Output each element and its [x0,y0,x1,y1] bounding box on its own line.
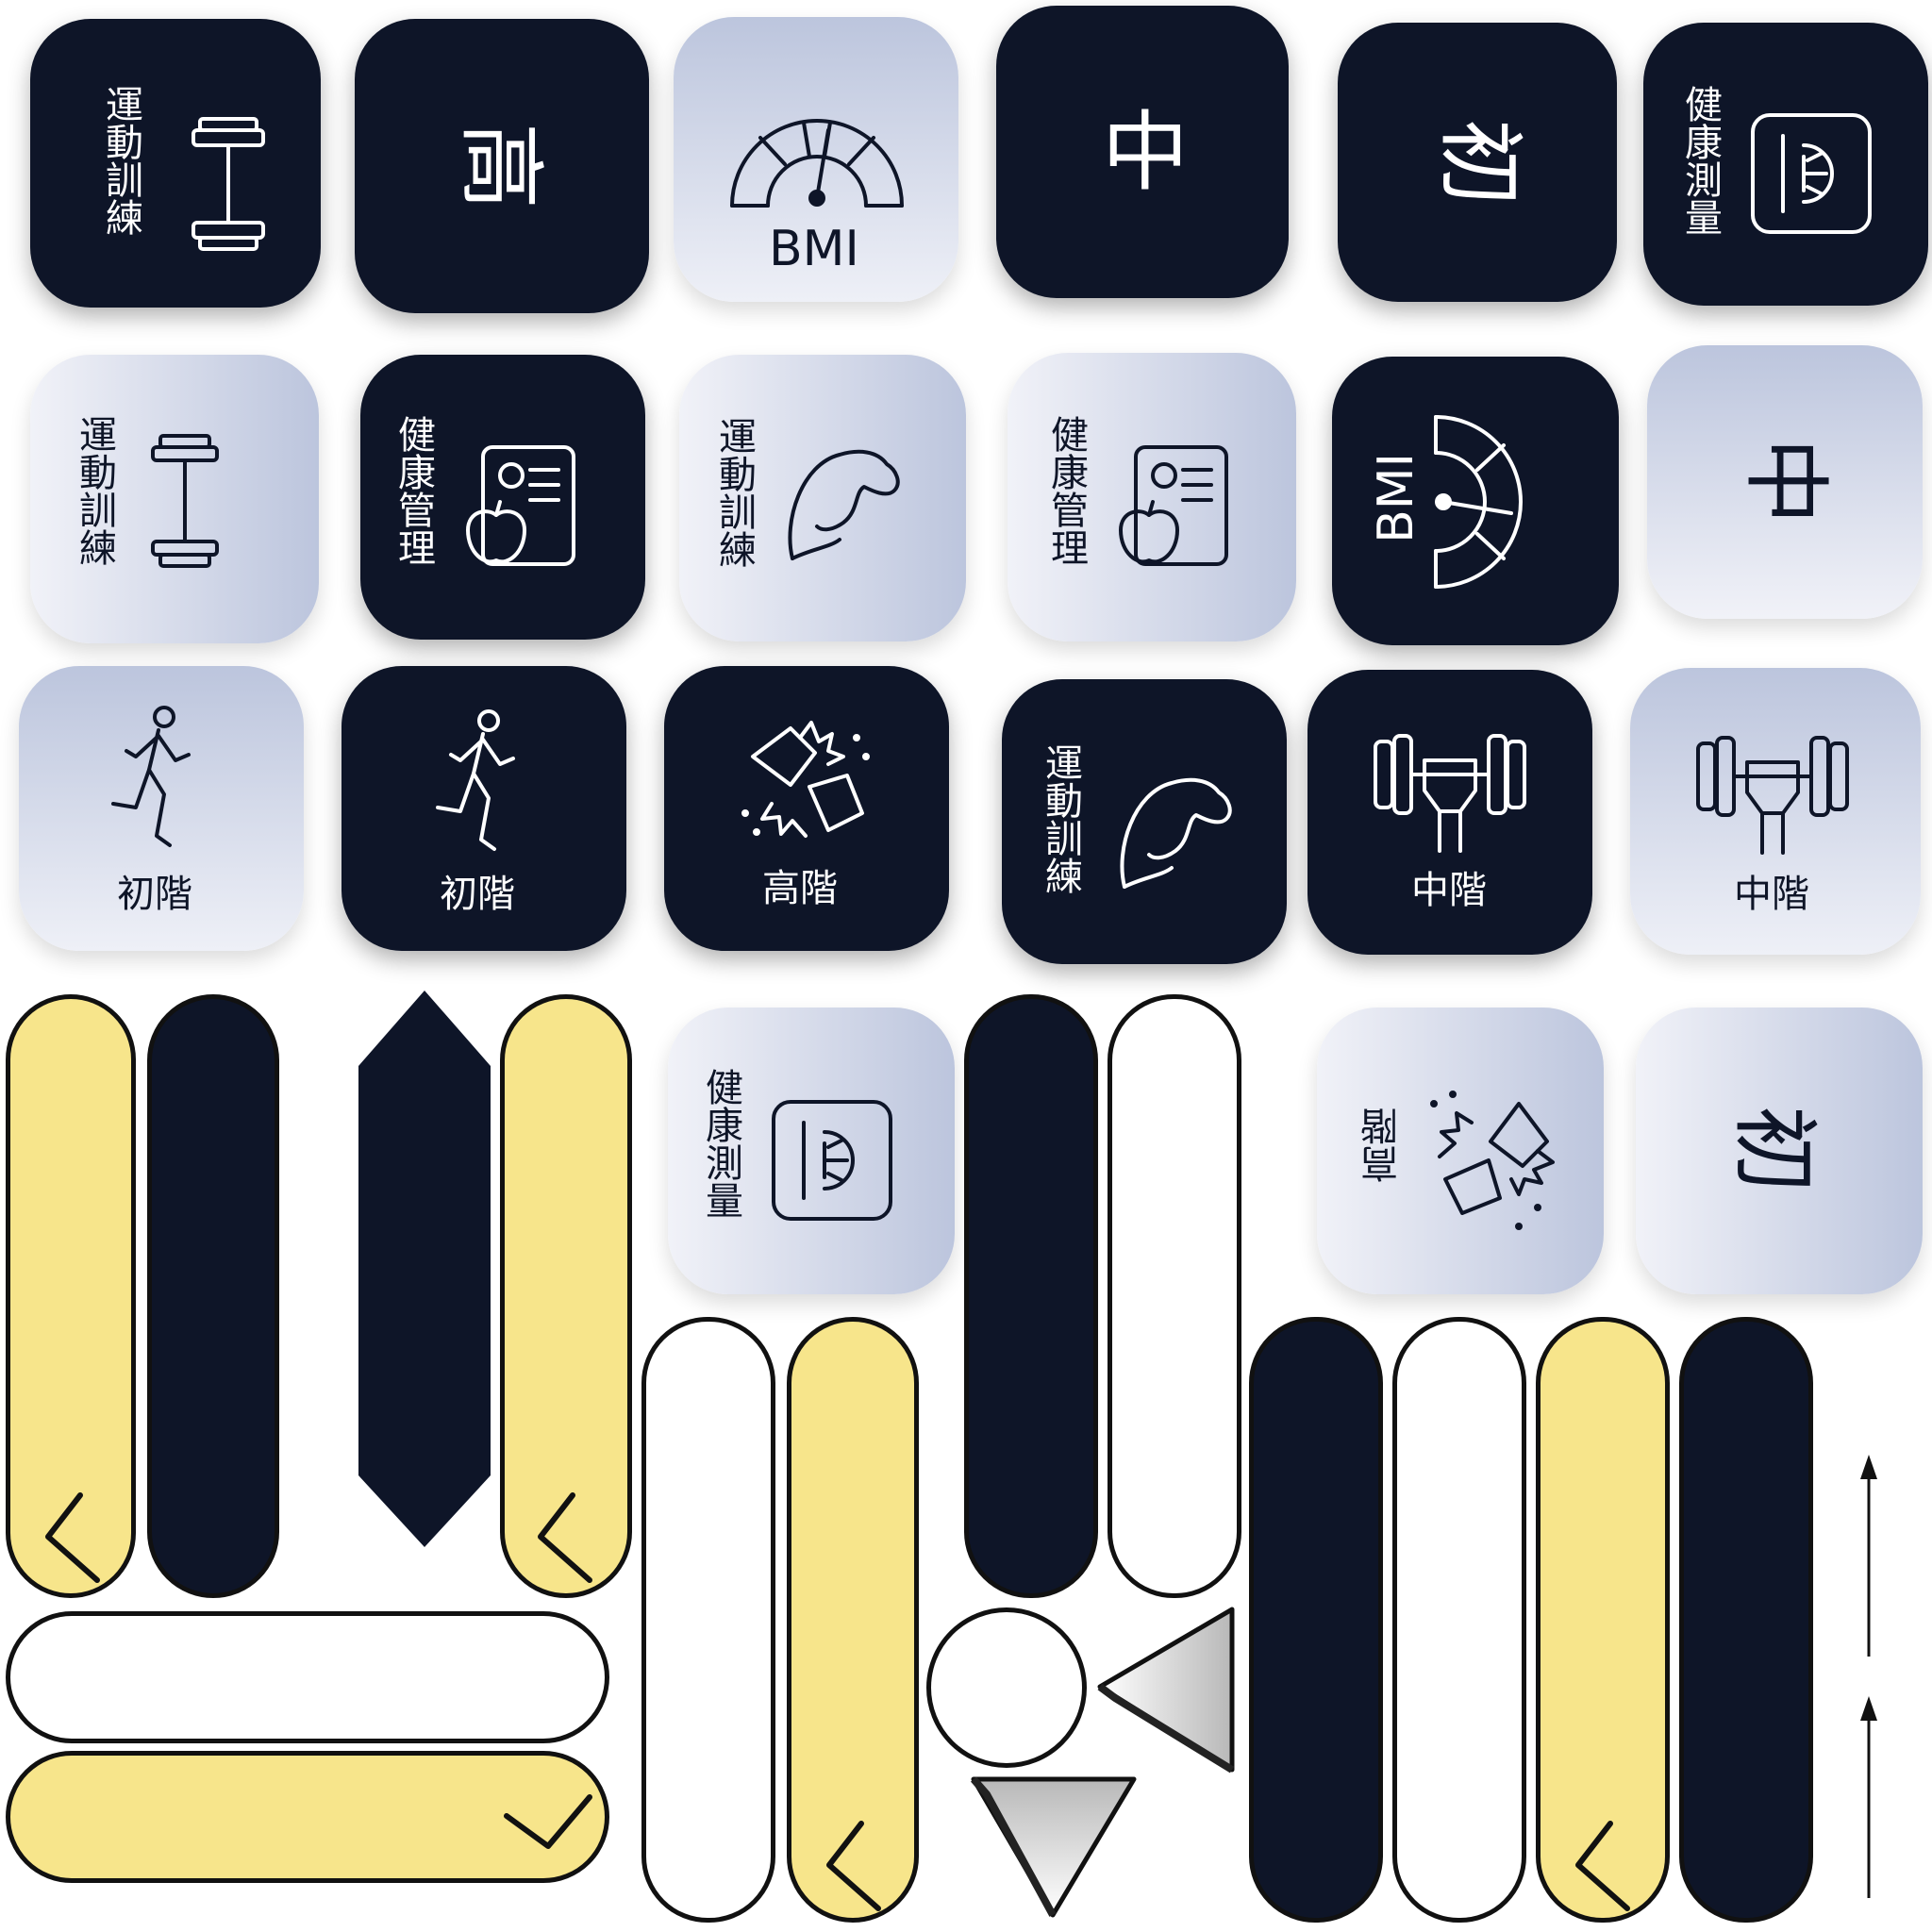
triangle-icon[interactable] [1091,1604,1241,1783]
advanced-char-button-dark[interactable]: 高 [355,19,649,313]
flexed-arm-icon [788,449,900,560]
beginner-button-light[interactable]: 初階 [19,666,304,951]
exercise-training-label: 運動訓練 [1039,743,1082,894]
health-measure-button-light[interactable]: 健康測量 [668,1008,955,1294]
advanced-label: 高階 [1361,1108,1405,1183]
white-scroll-track[interactable] [641,1317,775,1923]
clipboard-apple-icon [1119,445,1228,566]
speedometer-icon [1434,415,1523,589]
health-manage-button-dark[interactable]: 健康管理 [360,355,645,640]
arrow-up-icon[interactable] [1855,1694,1883,1902]
dark-scroll-track[interactable] [964,994,1098,1598]
chevron-left-icon[interactable] [41,1490,107,1584]
runner-icon [111,706,191,847]
white-scroll-track-horizontal[interactable] [6,1611,609,1743]
health-measure-button-dark[interactable]: 健康測量 [1643,23,1928,306]
beginner-button-dark[interactable]: 初階 [341,666,626,951]
advanced-button-dark[interactable]: 高階 [664,666,949,951]
dark-scroll-track[interactable] [147,994,279,1598]
exercise-training-label: 運動訓練 [712,417,756,568]
intermediate-char-button-light[interactable]: 中 [1647,345,1923,619]
exercise-training-arm-button-light[interactable]: 運動訓練 [679,355,966,641]
circle-scroll-thumb[interactable] [926,1607,1087,1768]
intermediate-char-label: 中 [1102,102,1190,203]
chevron-left-icon[interactable] [1571,1818,1637,1912]
intermediate-char-button-dark[interactable]: 中 [996,6,1289,298]
beginner-char-label: 初 [1429,118,1531,207]
advanced-char-label: 高 [450,122,552,210]
fist-dumbbell-icon [1696,736,1849,855]
white-scroll-track[interactable] [1108,994,1241,1598]
intermediate-char-label: 中 [1735,437,1837,525]
triangle-icon[interactable] [968,1774,1147,1924]
beginner-char-button-light[interactable]: 初 [1636,1008,1923,1294]
dark-scroll-track[interactable] [1249,1317,1383,1923]
clipboard-apple-icon [466,445,575,566]
yellow-scroll-track[interactable] [500,994,632,1598]
yellow-scroll-track[interactable] [1536,1317,1670,1923]
intermediate-label: 中階 [1411,869,1487,912]
exercise-training-label: 運動訓練 [73,415,116,566]
yellow-scroll-track[interactable] [787,1317,919,1923]
exercise-training-button-dark[interactable]: 運動訓練 [30,19,321,308]
speedometer-icon [730,119,904,208]
exercise-training-button-light[interactable]: 運動訓練 [30,355,319,643]
scale-icon [1751,113,1872,234]
health-measure-label: 健康測量 [1678,85,1722,236]
bmi-label: BMI [769,221,859,277]
fist-dumbbell-icon [1374,734,1526,853]
dumbbell-icon [192,117,265,251]
chevron-left-icon[interactable] [822,1818,888,1912]
boxing-gloves-icon [741,721,870,838]
intermediate-label: 中階 [1734,873,1809,916]
runner-icon [436,709,515,851]
beginner-label: 初階 [117,873,192,916]
intermediate-button-light[interactable]: 中階 [1630,668,1921,955]
advanced-label: 高階 [762,867,838,910]
health-measure-label: 健康測量 [699,1068,742,1219]
health-manage-button-light[interactable]: 健康管理 [1008,353,1296,641]
exercise-training-label: 運動訓練 [99,85,142,236]
beginner-char-label: 初 [1724,1105,1825,1193]
intermediate-button-dark[interactable]: 中階 [1307,670,1592,955]
yellow-scroll-track[interactable] [6,994,136,1598]
health-manage-label: 健康管理 [1044,415,1088,566]
exercise-training-arm-button-dark[interactable]: 運動訓練 [1002,679,1287,964]
yellow-scroll-track-horizontal[interactable] [6,1751,609,1883]
dumbbell-icon [151,434,219,568]
bmi-label: BMI [1368,453,1424,543]
beginner-char-button-dark[interactable]: 初 [1338,23,1617,302]
boxing-gloves-icon [1430,1091,1555,1230]
hexagon-shape [358,991,491,1547]
health-manage-label: 健康管理 [391,415,435,566]
bmi-button-dark-rotated[interactable]: BMI [1332,357,1619,645]
arrow-up-icon[interactable] [1855,1453,1883,1660]
bmi-button-light[interactable]: BMI [674,17,958,302]
flexed-arm-icon [1120,777,1232,889]
scale-icon [772,1100,892,1221]
white-scroll-track[interactable] [1392,1317,1526,1923]
advanced-button-light-rotated[interactable]: 高階 [1317,1008,1604,1294]
chevron-down-icon[interactable] [501,1788,595,1854]
chevron-left-icon[interactable] [533,1490,599,1584]
beginner-label: 初階 [440,873,515,916]
dark-scroll-track[interactable] [1679,1317,1813,1923]
